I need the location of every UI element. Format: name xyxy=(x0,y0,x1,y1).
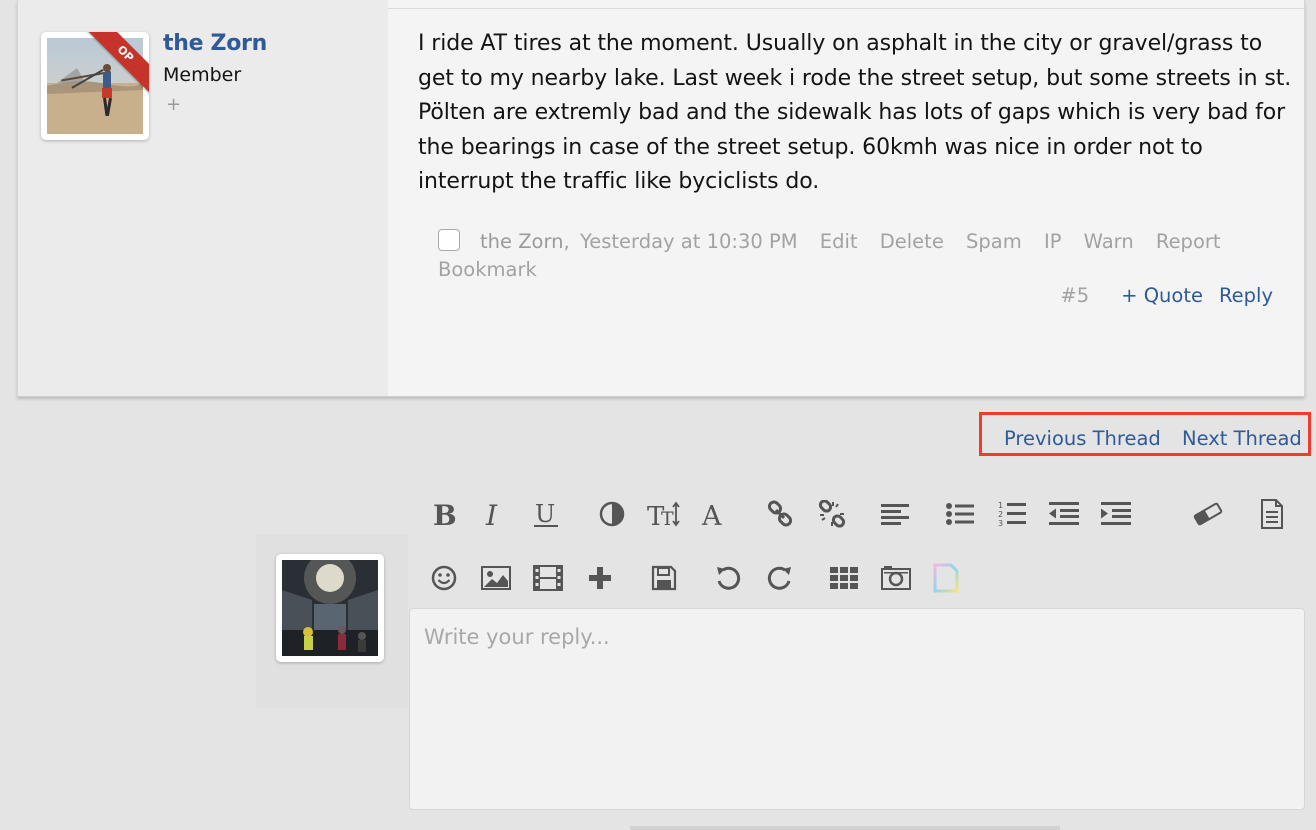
redo-icon[interactable] xyxy=(760,558,800,598)
bottom-edge xyxy=(630,826,1060,830)
post-number[interactable]: #5 xyxy=(1060,284,1089,307)
next-thread-link[interactable]: Next Thread xyxy=(1182,427,1302,450)
previous-thread-link[interactable]: Previous Thread xyxy=(1004,427,1161,450)
new-page-icon[interactable] xyxy=(926,558,966,598)
numbered-list-icon[interactable]: 123 xyxy=(992,494,1032,534)
svg-text:A: A xyxy=(701,501,722,528)
post-meta-author[interactable]: the Zorn xyxy=(480,230,564,253)
poster-username[interactable]: the Zorn xyxy=(163,31,267,56)
svg-text:3: 3 xyxy=(998,519,1003,528)
post-action-ip[interactable]: IP xyxy=(1044,230,1062,253)
svg-text:B: B xyxy=(433,500,457,528)
outdent-icon[interactable] xyxy=(1044,494,1084,534)
italic-icon[interactable]: I xyxy=(474,494,514,534)
indent-icon[interactable] xyxy=(1096,494,1136,534)
post-meta-separator: , xyxy=(563,230,570,253)
post-action-report[interactable]: Report xyxy=(1156,230,1221,253)
reply-textarea[interactable] xyxy=(410,609,1304,809)
post-action-delete[interactable]: Delete xyxy=(880,230,944,253)
post-action-edit[interactable]: Edit xyxy=(820,230,858,253)
smilie-icon[interactable] xyxy=(424,558,464,598)
post-action-warn[interactable]: Warn xyxy=(1084,230,1134,253)
link-icon[interactable] xyxy=(760,494,800,534)
poster-extra-toggle[interactable]: + xyxy=(166,94,181,115)
post-user-column: OP the Zorn Member + xyxy=(18,0,388,396)
poster-avatar[interactable]: OP xyxy=(41,32,149,140)
post-meta-time[interactable]: Yesterday at 10:30 PM xyxy=(580,230,798,253)
poster-user-title: Member xyxy=(163,64,242,86)
current-user-avatar[interactable] xyxy=(276,554,384,662)
undo-icon[interactable] xyxy=(708,558,748,598)
op-badge: OP xyxy=(82,32,149,97)
reply-editor xyxy=(409,608,1305,810)
save-draft-icon[interactable] xyxy=(644,558,684,598)
op-ribbon: OP xyxy=(41,32,149,140)
media-icon[interactable] xyxy=(528,558,568,598)
font-family-icon[interactable]: A xyxy=(695,494,735,534)
reply-button[interactable]: Reply xyxy=(1219,284,1273,307)
post-card: OP the Zorn Member + I ride AT tires at … xyxy=(17,0,1305,397)
bbcode-icon[interactable] xyxy=(1252,494,1292,534)
svg-text:I: I xyxy=(485,500,498,528)
screenshot-icon[interactable] xyxy=(876,558,916,598)
post-action-spam[interactable]: Spam xyxy=(966,230,1022,253)
post-message: I ride AT tires at the moment. Usually o… xyxy=(418,31,1292,194)
post-top-divider xyxy=(388,8,1304,9)
align-icon[interactable] xyxy=(875,494,915,534)
grid-icon[interactable] xyxy=(824,558,864,598)
text-color-icon[interactable] xyxy=(592,494,632,534)
thread-navigation: Previous Thread Next Thread xyxy=(979,412,1311,456)
quote-button[interactable]: + Quote xyxy=(1121,284,1203,307)
svg-text:1: 1 xyxy=(998,501,1003,510)
bold-icon[interactable]: B xyxy=(424,494,464,534)
post-select-checkbox[interactable] xyxy=(438,229,460,251)
svg-text:T: T xyxy=(661,508,674,528)
post-meta: the Zorn, Yesterday at 10:30 PM Edit Del… xyxy=(438,228,1298,284)
unlink-icon[interactable] xyxy=(812,494,852,534)
insert-icon[interactable] xyxy=(580,558,620,598)
post-footer: #5 + Quote Reply xyxy=(1060,284,1273,307)
bullet-list-icon[interactable] xyxy=(940,494,980,534)
svg-text:2: 2 xyxy=(998,510,1003,519)
font-size-icon[interactable]: TT xyxy=(644,494,684,534)
svg-text:U: U xyxy=(535,500,555,528)
post-action-bookmark[interactable]: Bookmark xyxy=(438,258,537,281)
image-icon[interactable] xyxy=(476,558,516,598)
remove-format-icon[interactable] xyxy=(1188,494,1228,534)
current-user-avatar-image xyxy=(282,560,378,656)
underline-icon[interactable]: U xyxy=(526,494,566,534)
